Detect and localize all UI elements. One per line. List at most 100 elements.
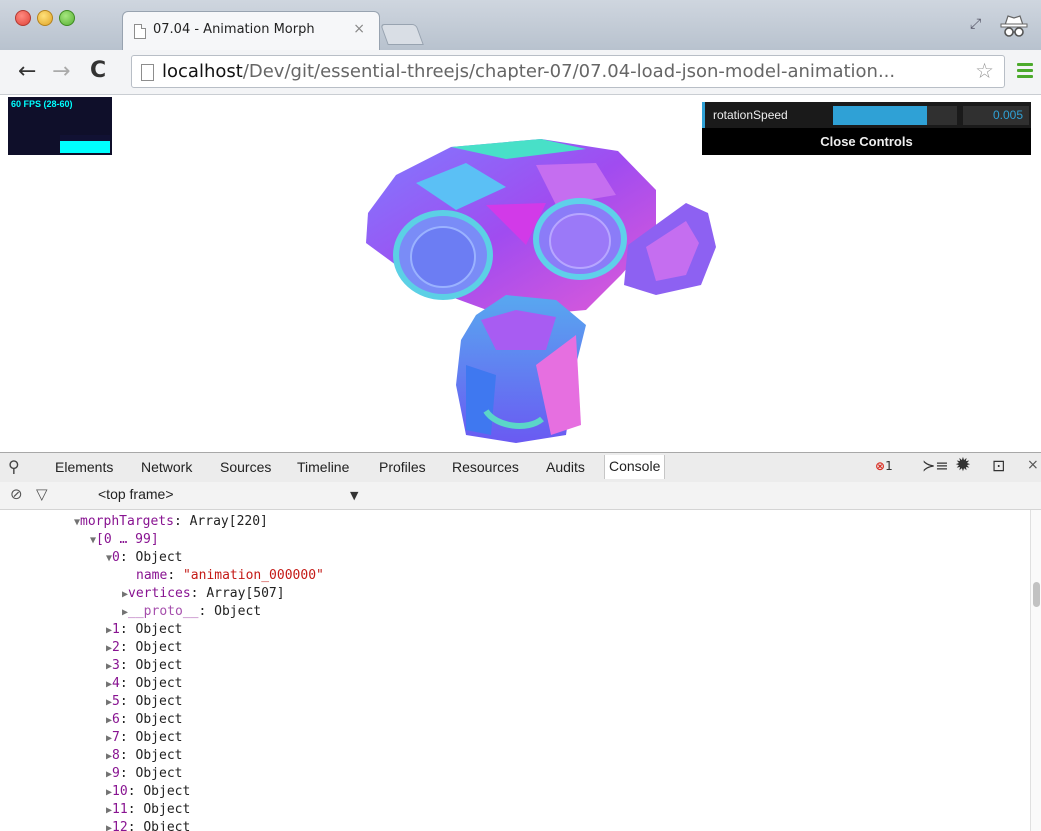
list-item[interactable]: ▶5: Object — [106, 693, 182, 711]
tab-profiles[interactable]: Profiles — [379, 459, 426, 475]
property-value: Object — [135, 622, 183, 637]
dock-icon[interactable]: ⊡ — [992, 456, 1005, 475]
property-value: Object — [143, 802, 191, 817]
filter-icon[interactable]: ▽ — [36, 485, 48, 503]
url-host: localhost — [162, 61, 243, 82]
property-key: name — [136, 568, 168, 583]
frame-selector[interactable]: <top frame> — [98, 486, 174, 502]
fps-stats-panel[interactable]: 60 FPS (28-60) — [8, 97, 112, 155]
bookmark-star-icon[interactable]: ☆ — [975, 59, 994, 83]
reload-button[interactable]: C — [90, 58, 106, 83]
property-key: 6 — [112, 712, 120, 727]
incognito-icon — [1000, 15, 1028, 37]
list-item[interactable]: ▶8: Object — [106, 747, 182, 765]
gear-icon[interactable]: ✹ — [955, 454, 971, 476]
list-item[interactable]: ▶10: Object — [106, 783, 190, 801]
close-window-button[interactable] — [15, 10, 31, 26]
browser-tab[interactable]: 07.04 - Animation Morph × — [122, 11, 380, 50]
tab-sources[interactable]: Sources — [220, 459, 271, 475]
tree-row-name: name: "animation_000000" — [136, 568, 324, 583]
rotation-speed-slider[interactable] — [833, 106, 957, 125]
monkey-3d-model — [366, 139, 716, 443]
property-key: 4 — [112, 676, 120, 691]
tree-row-range[interactable]: ▼[0 … 99] — [90, 531, 159, 549]
property-value: Object — [135, 712, 183, 727]
fps-label: 60 FPS (28-60) — [11, 99, 73, 109]
property-key: morphTargets — [80, 514, 174, 529]
browser-toolbar: ← → C localhost/Dev/git/essential-threej… — [0, 50, 1041, 95]
property-value: Object — [135, 766, 183, 781]
address-bar[interactable]: localhost/Dev/git/essential-threejs/chap… — [131, 55, 1005, 88]
console-output[interactable]: ▼morphTargets: Array[220] ▼[0 … 99] ▼0: … — [0, 510, 1030, 831]
tab-close-icon[interactable]: × — [353, 21, 365, 37]
list-item[interactable]: ▶7: Object — [106, 729, 182, 747]
tab-network[interactable]: Network — [141, 459, 192, 475]
chevron-down-icon[interactable]: ▼ — [350, 489, 358, 502]
gui-row-rotation-speed: rotationSpeed 0.005 — [702, 102, 1031, 128]
back-button[interactable]: ← — [18, 59, 36, 84]
list-item[interactable]: ▶4: Object — [106, 675, 182, 693]
list-item[interactable]: ▶3: Object — [106, 657, 182, 675]
dat-gui-panel: rotationSpeed 0.005 Close Controls — [702, 102, 1031, 155]
list-item[interactable]: ▶12: Object — [106, 819, 190, 831]
list-item[interactable]: ▶1: Object — [106, 621, 182, 639]
property-key: vertices — [128, 586, 191, 601]
console-scrollbar[interactable] — [1030, 510, 1041, 831]
tree-row-proto[interactable]: ▶__proto__: Object — [122, 603, 261, 621]
fullscreen-icon[interactable]: ⤢ — [970, 16, 981, 32]
list-item[interactable]: ▶2: Object — [106, 639, 182, 657]
clear-console-icon[interactable]: ⊘ — [10, 485, 23, 503]
tree-row-vertices[interactable]: ▶vertices: Array[507] — [122, 585, 285, 603]
property-key: 10 — [112, 784, 128, 799]
property-key: 1 — [112, 622, 120, 637]
tab-elements[interactable]: Elements — [55, 459, 113, 475]
property-key: 12 — [112, 820, 128, 831]
property-key: 0 — [112, 550, 120, 565]
list-item[interactable]: ▶9: Object — [106, 765, 182, 783]
rotation-speed-input[interactable]: 0.005 — [963, 106, 1029, 125]
new-tab-button[interactable] — [380, 24, 424, 45]
page-icon — [141, 64, 154, 81]
property-value: Object — [143, 820, 191, 831]
range-label: [0 … 99] — [96, 532, 159, 547]
chrome-menu-icon[interactable] — [1017, 63, 1033, 79]
property-key: __proto__ — [128, 604, 199, 619]
search-icon[interactable]: ⚲ — [8, 457, 20, 476]
tab-resources[interactable]: Resources — [452, 459, 519, 475]
scrollbar-thumb[interactable] — [1033, 582, 1040, 607]
forward-button[interactable]: → — [52, 59, 70, 84]
property-key: 3 — [112, 658, 120, 673]
property-key: 2 — [112, 640, 120, 655]
property-key: 8 — [112, 748, 120, 763]
fps-graph — [60, 135, 110, 153]
property-value: Object — [135, 658, 183, 673]
property-value: Array[220] — [189, 514, 268, 529]
slider-fill — [833, 106, 928, 125]
error-count: 1 — [885, 459, 893, 473]
tab-audits[interactable]: Audits — [546, 459, 585, 475]
property-value: Object — [143, 784, 191, 799]
list-item[interactable]: ▶6: Object — [106, 711, 182, 729]
property-value: Object — [214, 604, 262, 619]
close-controls-button[interactable]: Close Controls — [702, 131, 1031, 155]
minimize-window-button[interactable] — [37, 10, 53, 26]
tab-timeline[interactable]: Timeline — [297, 459, 349, 475]
property-value: Object — [135, 730, 183, 745]
tab-console[interactable]: Console — [604, 455, 666, 479]
console-drawer-icon[interactable]: ≻≡ — [922, 456, 949, 475]
close-icon[interactable]: × — [1027, 457, 1039, 473]
url-text[interactable]: localhost/Dev/git/essential-threejs/chap… — [162, 61, 895, 82]
string-value: "animation_000000" — [182, 568, 324, 583]
devtools-tabbar: ⚲ Elements Network Sources Timeline Prof… — [0, 452, 1041, 483]
page-viewport: 60 FPS (28-60) rotationSpeed 0.005 Close… — [0, 95, 1041, 452]
tree-row-item-0[interactable]: ▼0: Object — [106, 549, 182, 567]
list-item[interactable]: ▶11: Object — [106, 801, 190, 819]
gui-label: rotationSpeed — [713, 108, 788, 122]
property-value: Object — [135, 748, 183, 763]
zoom-window-button[interactable] — [59, 10, 75, 26]
tree-row-morph-targets[interactable]: ▼morphTargets: Array[220] — [74, 513, 268, 531]
property-value: Object — [135, 640, 183, 655]
error-counter[interactable]: ⊗1 — [875, 459, 893, 473]
property-value: Array[507] — [206, 586, 285, 601]
property-key: 7 — [112, 730, 120, 745]
